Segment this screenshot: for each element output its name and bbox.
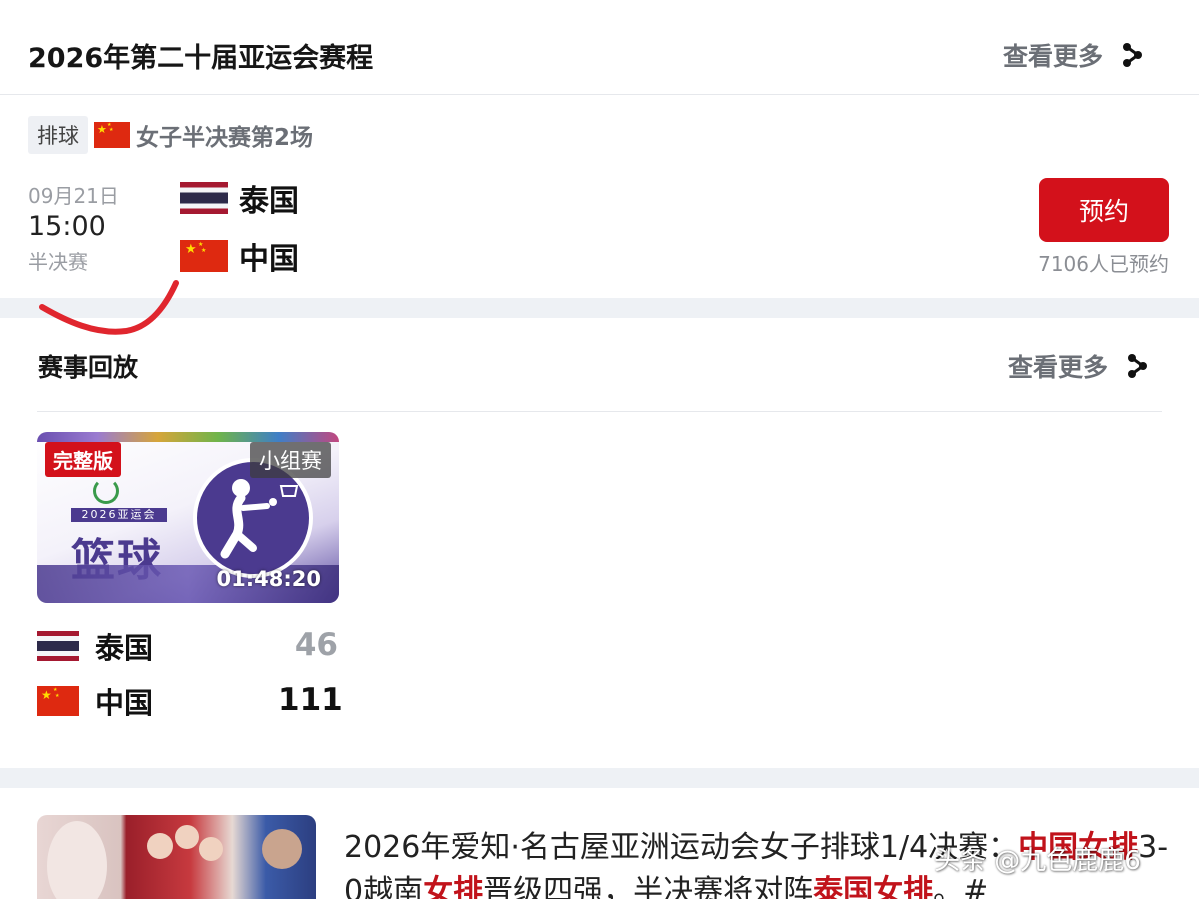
match-stage: 半决赛 [28, 250, 88, 274]
china-flag-icon: ★ ★ ★ [94, 122, 130, 148]
section-divider [37, 411, 1162, 412]
match-time: 15:00 [28, 211, 106, 242]
schedule-title: 2026年第二十届亚运会赛程 [28, 43, 374, 74]
match-time-block: 09月21日 15:00 半决赛 [28, 180, 119, 275]
more-label: 查看更多 [1003, 42, 1104, 71]
china-flag-icon: ★ ★ ★ [180, 240, 228, 272]
match-tag-row: 排球 ★ ★ ★ 女子半决赛第2场 [28, 116, 313, 154]
full-version-badge: 完整版 [45, 442, 121, 477]
news-thumbnail[interactable] [37, 815, 316, 899]
match-team-2: ★ ★ ★ 中国 [180, 234, 299, 278]
headline-keyword: 泰国女排 [813, 874, 934, 899]
asian-games-emblem-icon [93, 478, 119, 504]
reserve-button[interactable]: 预约 [1039, 178, 1169, 242]
replay-team-2: ★ ★ ★ 中国 [37, 680, 153, 722]
event-line: 2026亚运会 [71, 508, 167, 522]
headline-keyword: 女排 [423, 874, 484, 899]
reserve-count: 7106人已预约 [1038, 252, 1169, 276]
replay-team-1: 泰国 [37, 625, 153, 667]
more-label: 查看更多 [1008, 353, 1109, 382]
match-round: 女子半决赛第2场 [136, 125, 314, 151]
match-team-1: 泰国 [180, 176, 299, 220]
section-gap [0, 768, 1199, 788]
headline-text: 2026年爱知·名古屋亚洲运动会女子排球1/4决赛： [344, 830, 1019, 865]
team-name: 中国 [239, 242, 299, 277]
china-flag-icon: ★ ★ ★ [37, 686, 79, 716]
photo-blur-shape [199, 837, 223, 861]
replay-video-thumbnail[interactable]: 2026亚运会 篮球 完整版 小组赛 01:48:20 [37, 432, 339, 603]
photo-blur-shape [262, 829, 302, 869]
photo-blur-shape [47, 821, 107, 899]
watermark: 头条 @九色鹿鹿6 [934, 846, 1141, 876]
match-card[interactable]: 排球 ★ ★ ★ 女子半决赛第2场 09月21日 15:00 半决赛 泰国 ★ … [0, 96, 1199, 298]
team-name: 中国 [95, 686, 154, 720]
photo-blur-shape [147, 833, 173, 859]
thumbnail-decor-stripe [37, 432, 339, 442]
headline-text: 晋级四强，半决赛将对阵 [483, 874, 814, 899]
sport-tag: 排球 [28, 116, 88, 154]
team-name: 泰国 [239, 184, 299, 219]
schedule-header: 2026年第二十届亚运会赛程 查看更多 [0, 0, 1199, 95]
group-stage-badge: 小组赛 [250, 442, 331, 478]
team-1-score: 46 [294, 627, 338, 663]
replay-title: 赛事回放 [38, 353, 139, 382]
photo-blur-shape [175, 825, 199, 849]
annotation-check-mark [39, 280, 179, 335]
match-date: 09月21日 [28, 184, 119, 208]
team-name: 泰国 [95, 631, 154, 665]
share-arrow-icon [1128, 354, 1148, 378]
share-arrow-icon [1123, 43, 1143, 67]
headline-text: 。# [933, 874, 989, 899]
thailand-flag-icon [37, 631, 79, 661]
thailand-flag-icon [180, 182, 228, 214]
video-duration: 01:48:20 [216, 567, 321, 591]
schedule-more-link[interactable]: 查看更多 [1003, 37, 1143, 73]
team-2-score: 111 [278, 682, 343, 718]
replay-more-link[interactable]: 查看更多 [1008, 348, 1148, 384]
